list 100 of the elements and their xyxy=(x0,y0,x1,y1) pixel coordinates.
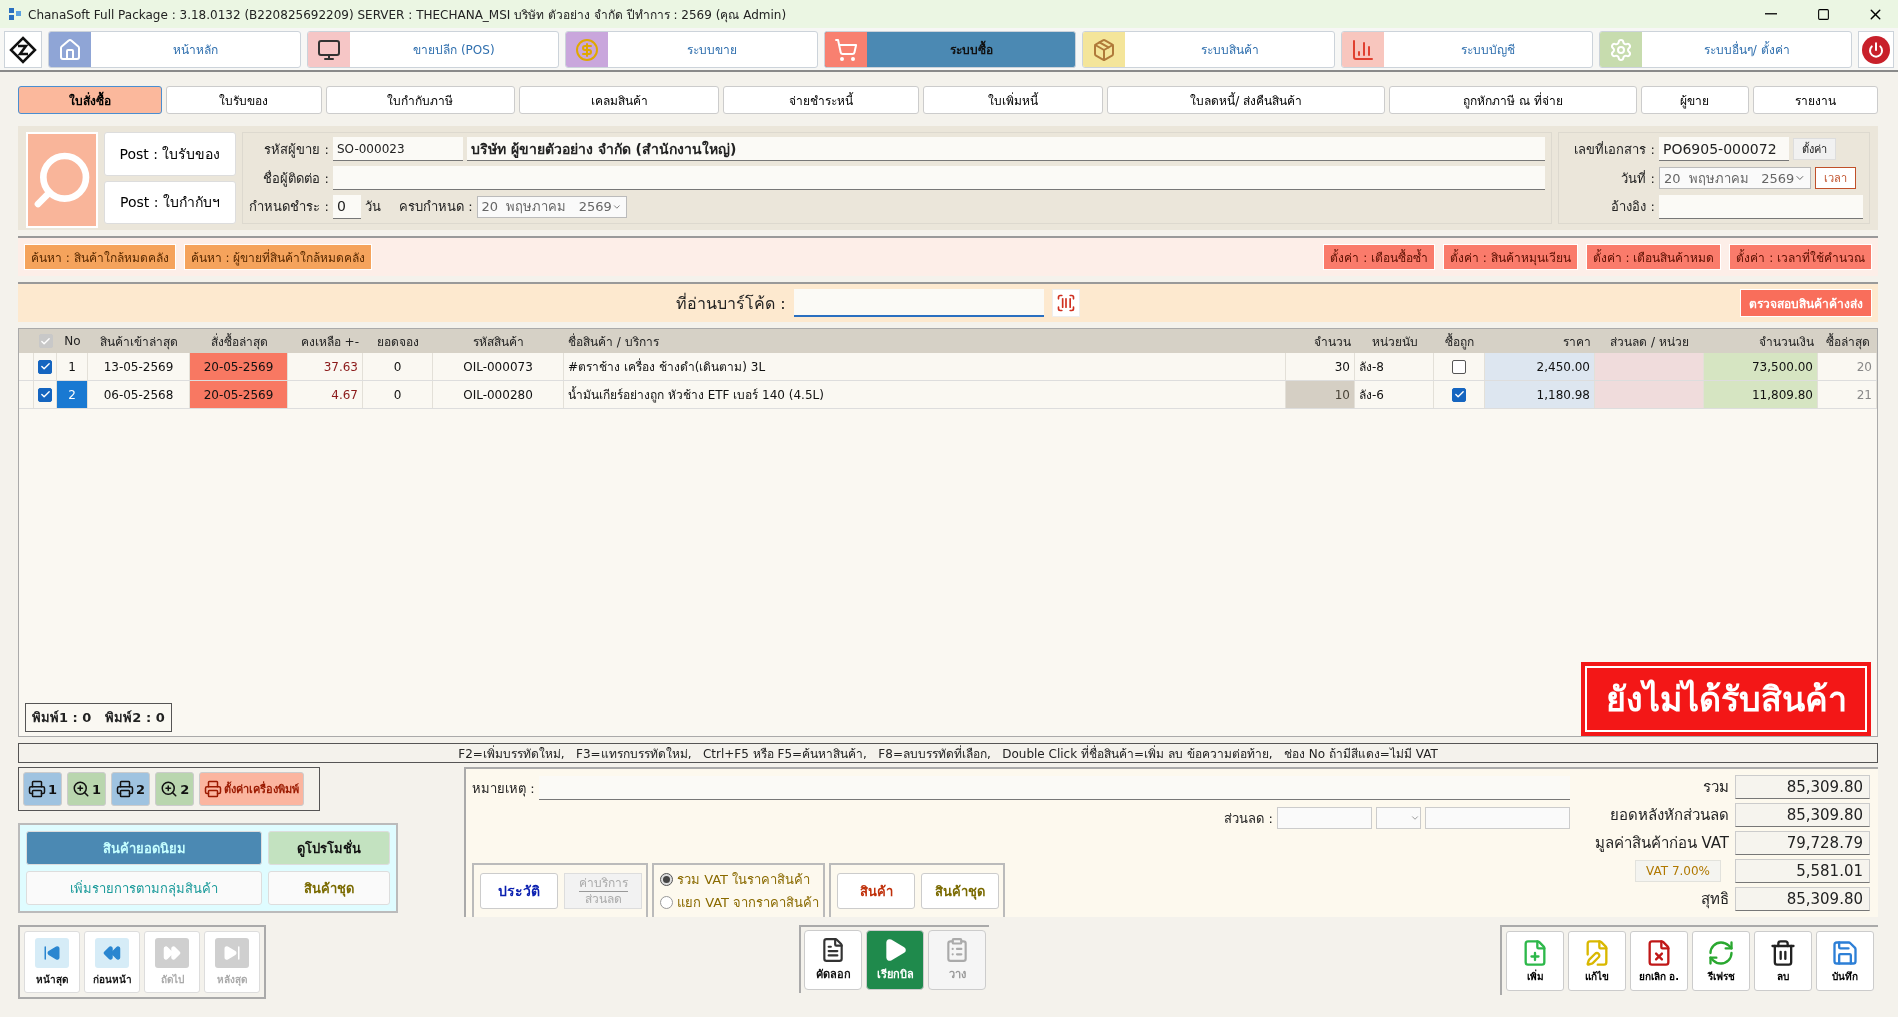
action-button[interactable]: ลบ xyxy=(1754,931,1812,991)
contact-field[interactable] xyxy=(333,166,1545,190)
module-tab[interactable]: ระบบสินค้า xyxy=(1082,31,1335,68)
row-checkbox[interactable] xyxy=(38,387,52,402)
navigation-button[interactable]: หน้าสุด xyxy=(24,931,80,993)
terms-field[interactable]: 0 xyxy=(333,194,361,219)
field-label: ชื่อผู้ติดต่อ : xyxy=(262,169,329,189)
row-checkbox[interactable] xyxy=(38,359,52,374)
column-header: ราคา xyxy=(1562,333,1592,351)
document-tab[interactable]: รายงาน xyxy=(1752,86,1878,114)
field-label: รหัสผู้ขาย : xyxy=(263,140,329,160)
discount-field[interactable] xyxy=(1277,807,1372,829)
search-stock-button[interactable]: ค้นหา : ผู้ขายที่สินค้าใกล้หมดคลัง xyxy=(183,244,373,270)
action-button[interactable]: แก้ไข xyxy=(1568,931,1626,991)
note-field[interactable] xyxy=(538,776,1570,800)
document-tab[interactable]: ผู้ขาย xyxy=(1640,86,1749,114)
table-cell: ลัง-8 xyxy=(1355,353,1434,380)
module-tab[interactable]: ระบบอื่นๆ/ ตั้งค่า xyxy=(1599,31,1853,68)
box-icon xyxy=(1092,37,1117,62)
document-tab[interactable]: ใบกำกับภาษี xyxy=(325,86,515,114)
reference-field[interactable] xyxy=(1659,194,1863,219)
barcode-field[interactable] xyxy=(793,289,1044,317)
document-tab[interactable]: ใบรับของ xyxy=(166,86,322,114)
post-button[interactable]: Post : ใบกำกับฯ xyxy=(104,180,236,224)
history-button[interactable]: ประวัติ xyxy=(480,873,558,909)
column-header: ชื่อสินค้า / บริการ xyxy=(567,332,660,351)
column-header: จำนวน xyxy=(1313,333,1352,351)
discount-amount-field[interactable] xyxy=(1425,807,1570,829)
table-cell: 21 xyxy=(1818,381,1877,408)
alert-setting-button[interactable]: ตั้งค่า : เตือนซื้อซ้ำ xyxy=(1323,244,1435,270)
select-all-checkbox[interactable] xyxy=(38,334,53,348)
document-tab[interactable]: ใบเพิ่มหนี้ xyxy=(923,86,1104,114)
total-label: รวม xyxy=(1703,777,1729,798)
printer-icon xyxy=(28,780,46,798)
item-button[interactable]: สินค้าชุด xyxy=(921,873,1000,909)
total-value: 85,309.80 xyxy=(1735,803,1870,827)
module-tab[interactable]: ระบบขาย xyxy=(565,31,818,68)
trash-icon xyxy=(1769,938,1797,967)
action-button[interactable]: บันทึก xyxy=(1816,931,1874,991)
alert-setting-button[interactable]: ตั้งค่า : เตือนสินค้าหมด xyxy=(1585,244,1722,270)
document-tab[interactable]: ใบลดหนี้/ ส่งคืนสินค้า xyxy=(1107,86,1386,114)
printer-icon xyxy=(116,780,135,798)
print-button[interactable]: 2 xyxy=(111,772,151,806)
column-header: ส่วนลด / หน่วย xyxy=(1609,333,1690,351)
action-button[interactable]: รีเฟรช xyxy=(1692,931,1750,991)
table-cell: 73,500.00 xyxy=(1704,353,1818,380)
coin-icon xyxy=(575,37,600,62)
module-tab[interactable]: หน้าหลัก xyxy=(48,31,301,68)
search-stock-button[interactable]: ค้นหา : สินค้าใกล้หมดคลัง xyxy=(24,244,176,270)
refresh-icon xyxy=(1707,938,1735,967)
date-select[interactable]: 20 พฤษภาคม 2569 xyxy=(1659,167,1811,189)
product-button[interactable]: สินค้าชุด xyxy=(268,871,390,905)
due-date-select[interactable]: 20 พฤษภาคม 2569 xyxy=(476,195,627,218)
document-tab[interactable]: ใบสั่งซื้อ xyxy=(18,86,163,114)
first-icon xyxy=(43,943,61,962)
table-cell: 4.67 xyxy=(288,381,363,408)
document-tab[interactable]: เคลมสินค้า xyxy=(518,86,720,114)
field-label: หมายเหตุ : xyxy=(472,779,535,799)
module-tab[interactable]: ระบบบัญชี xyxy=(1340,31,1594,68)
barcode-scan-button[interactable] xyxy=(1051,289,1080,317)
search-tile[interactable] xyxy=(26,132,98,228)
settings-icon xyxy=(1609,37,1634,62)
time-button[interactable]: เวลา xyxy=(1815,167,1856,189)
print-counter: พิมพ์1 : 0 พิมพ์2 : 0 xyxy=(25,703,172,732)
alert-setting-button[interactable]: ตั้งค่า : สินค้าหมุนเวียน xyxy=(1443,244,1578,270)
next-icon xyxy=(163,943,181,962)
call-button[interactable]: เรียกบิล xyxy=(866,930,924,990)
document-tab[interactable]: ถูกหักภาษี ณ ที่จ่าย xyxy=(1389,86,1637,114)
field-label: กำหนดชำระ : xyxy=(249,198,329,217)
item-button[interactable]: สินค้า xyxy=(837,873,916,909)
row-checkbox[interactable] xyxy=(1452,387,1466,402)
preview-button[interactable]: 2 xyxy=(155,772,195,806)
action-button[interactable]: ยกเลิก อ. xyxy=(1630,931,1688,991)
document-tab[interactable]: จ่ายชำระหนี้ xyxy=(723,86,920,114)
module-tab[interactable]: ขายปลีก (POS) xyxy=(306,31,560,68)
total-value: 79,728.79 xyxy=(1735,831,1870,855)
navigation-button[interactable]: ก่อนหน้า xyxy=(84,931,140,993)
copy-button[interactable]: คัดลอก xyxy=(804,930,862,990)
total-label: สุทธิ xyxy=(1701,889,1729,911)
alert-setting-button[interactable]: ตั้งค่า : เวลาที่ใช้คำนวณ xyxy=(1729,244,1872,270)
document-number-field[interactable]: PO6905-000072 xyxy=(1659,137,1789,162)
vat-radio[interactable]: รวม VAT ในราคาสินค้า xyxy=(660,869,820,890)
action-button[interactable]: เพิ่ม xyxy=(1506,931,1564,991)
module-tab[interactable]: ระบบซื้อ xyxy=(823,31,1077,68)
print-button[interactable]: 1 xyxy=(23,772,63,806)
vat-radio[interactable]: แยก VAT จากราคาสินค้า xyxy=(660,892,820,913)
table-cell: 2,450.00 xyxy=(1485,353,1595,380)
supplier-name-field[interactable]: บริษัท ผู้ขายตัวอย่าง จำกัด (สำนักงานใหญ่) xyxy=(467,137,1545,162)
power-button[interactable] xyxy=(1858,31,1895,68)
row-checkbox[interactable] xyxy=(1452,359,1466,374)
setting-button[interactable]: ตั้งค่า xyxy=(1793,138,1836,161)
supplier-code-field[interactable]: SO-000023 xyxy=(333,137,463,162)
total-value: 85,309.80 xyxy=(1735,887,1870,911)
field-label: เลขที่เอกสาร : xyxy=(1573,140,1655,159)
printer-setup-button[interactable]: ตั้งค่าเครื่องพิมพ์ xyxy=(199,772,305,806)
post-button[interactable]: Post : ใบรับของ xyxy=(104,132,236,176)
product-button[interactable]: ดูโปรโมชั่น xyxy=(268,831,390,865)
shortcut-hint: F2=เพิ่มบรรทัดใหม่, F3=แทรกบรรทัดใหม่, Ctrl+F5 หรือ F5=ค้นหาสินค้า, F8=ลบบรรทัดที่เลือก, Double Click ที่ชื่อสินค้า=เพิ่ม ลบ ข้อความต่อท้าย, ช่อง No ถ้ามีสีแดง=ไม่มี VAT xyxy=(18,743,1878,763)
logo-button[interactable] xyxy=(4,31,42,68)
preview-button[interactable]: 1 xyxy=(67,772,107,806)
